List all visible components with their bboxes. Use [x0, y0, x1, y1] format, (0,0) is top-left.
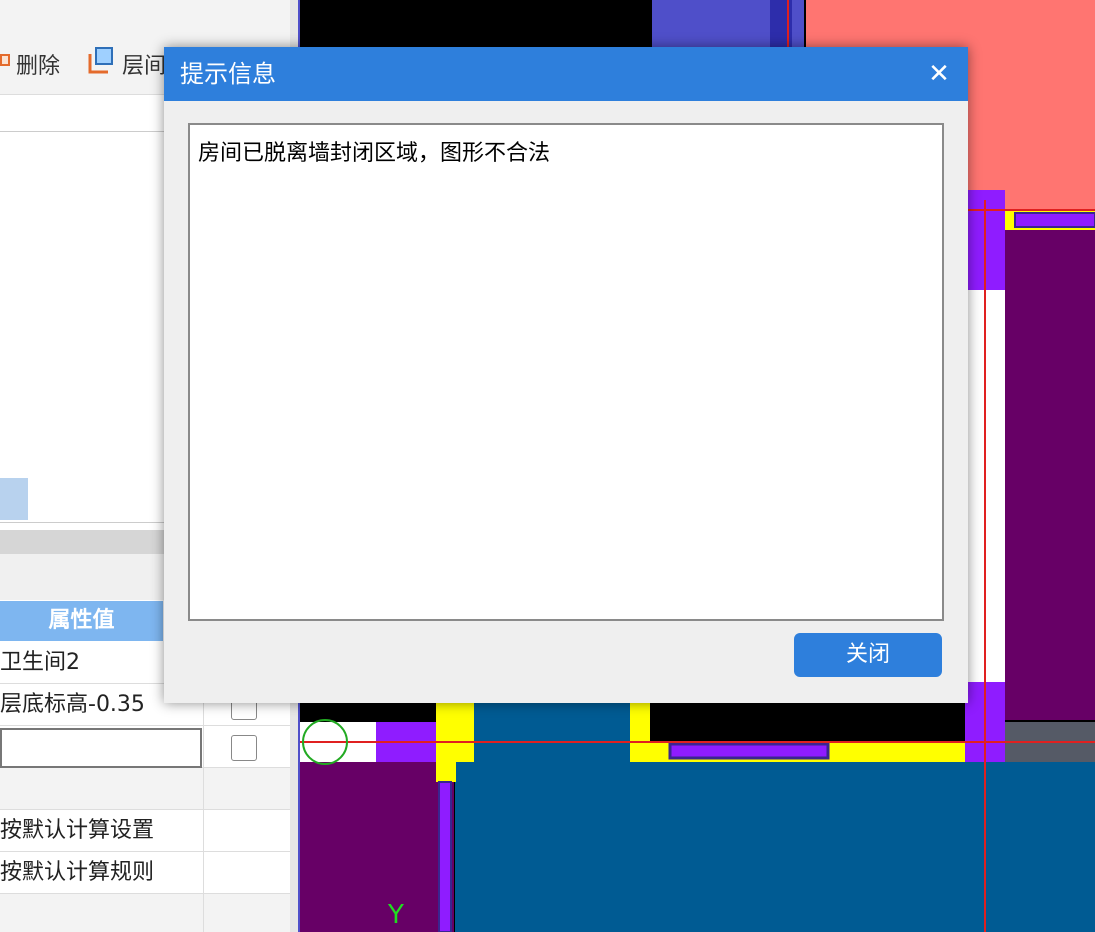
message-text: 房间已脱离墙封闭区域，图形不合法	[198, 141, 551, 166]
panel-top-strip	[0, 0, 298, 32]
layer-button-label[interactable]: 层间	[122, 48, 166, 80]
room-purple-right	[1005, 230, 1095, 720]
property-row	[0, 894, 290, 932]
property-value-header: 属性值	[0, 601, 163, 641]
selected-list-item[interactable]	[0, 478, 28, 520]
property-row: 按默认计算规则	[0, 852, 290, 894]
delete-button-label[interactable]: 删除	[16, 48, 60, 80]
room-blue	[455, 762, 1095, 932]
property-checkbox[interactable]	[231, 735, 257, 761]
property-value[interactable]: 按默认计算规则	[0, 852, 154, 893]
layer-copy-icon	[86, 46, 116, 76]
dialog-title: 提示信息	[180, 60, 276, 88]
close-icon[interactable]: ✕	[920, 55, 958, 93]
property-value[interactable]: 层底标高-0.35	[0, 684, 145, 725]
property-group-row	[0, 768, 290, 810]
message-box: 房间已脱离墙封闭区域，图形不合法	[188, 123, 944, 621]
close-button[interactable]: 关闭	[794, 633, 942, 677]
property-value-editor[interactable]	[0, 728, 202, 768]
message-dialog: 提示信息 ✕ 房间已脱离墙封闭区域，图形不合法 关闭	[164, 47, 968, 703]
property-row: 按默认计算设置	[0, 810, 290, 852]
dialog-title-bar[interactable]: 提示信息 ✕	[164, 47, 968, 101]
property-value[interactable]: 按默认计算设置	[0, 810, 154, 851]
property-value[interactable]: 卫生间2	[0, 642, 80, 683]
y-axis-label: Y	[388, 900, 404, 930]
property-row	[0, 726, 290, 768]
delete-icon	[0, 46, 14, 70]
